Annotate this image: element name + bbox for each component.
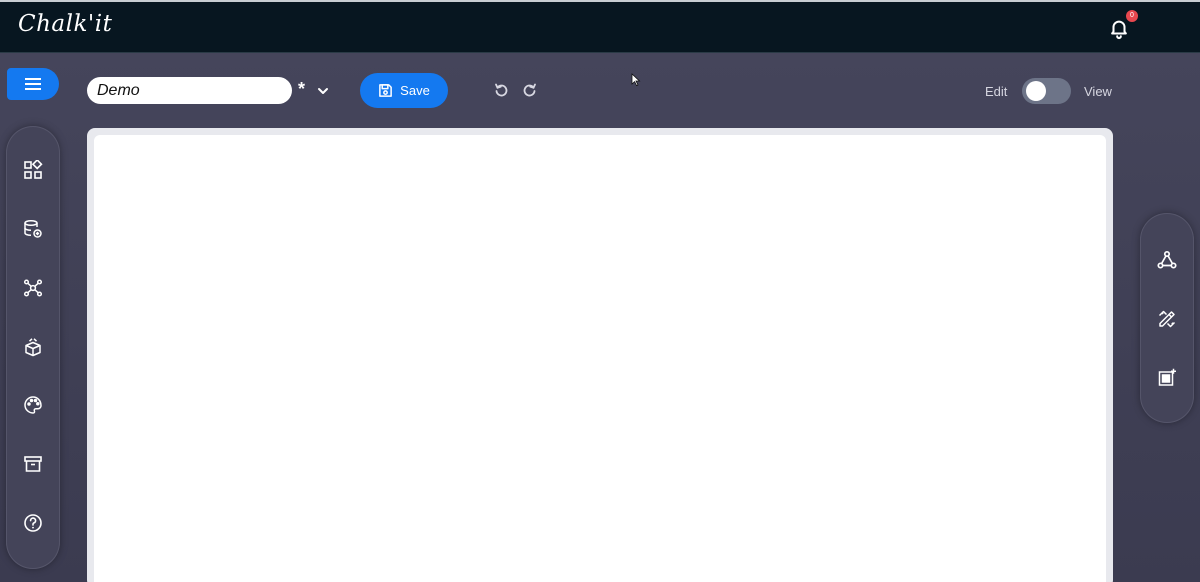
libraries-icon[interactable]: [23, 337, 43, 357]
edit-mode-label: Edit: [985, 84, 1008, 99]
redo-icon[interactable]: [522, 82, 538, 98]
view-mode-label: View: [1084, 84, 1112, 99]
project-name-input[interactable]: [87, 77, 292, 104]
datasource-icon[interactable]: [23, 219, 43, 239]
edit-view-toggle[interactable]: [1022, 78, 1071, 104]
undo-icon[interactable]: [493, 82, 509, 98]
connections-icon[interactable]: [1157, 250, 1177, 270]
left-sidebar: [6, 126, 60, 569]
graph-icon[interactable]: [23, 278, 43, 298]
help-icon[interactable]: [23, 513, 43, 533]
mouse-cursor-icon: [631, 73, 641, 87]
dashboard-canvas[interactable]: [94, 135, 1106, 582]
palette-icon[interactable]: [23, 395, 43, 415]
menu-button[interactable]: [7, 68, 59, 100]
app-logo[interactable]: Chalk'it: [18, 11, 112, 37]
right-sidebar: [1140, 213, 1194, 423]
main-area: * Save Edit View: [0, 53, 1200, 582]
chevron-down-icon[interactable]: [316, 84, 330, 98]
floppy-disk-icon: [379, 84, 393, 97]
save-button[interactable]: Save: [360, 73, 448, 108]
aspect-icon[interactable]: [1157, 368, 1177, 388]
notification-count-badge: 0: [1126, 10, 1138, 22]
top-bar: Chalk'it 0: [0, 0, 1200, 53]
dashboard-canvas-frame: [87, 128, 1113, 582]
hamburger-icon: [25, 78, 41, 90]
widgets-icon[interactable]: [23, 160, 43, 180]
save-button-label: Save: [400, 83, 430, 98]
unsaved-indicator: *: [298, 79, 306, 99]
design-tools-icon[interactable]: [1157, 309, 1177, 329]
toggle-knob: [1026, 81, 1046, 101]
archive-icon[interactable]: [23, 454, 43, 474]
